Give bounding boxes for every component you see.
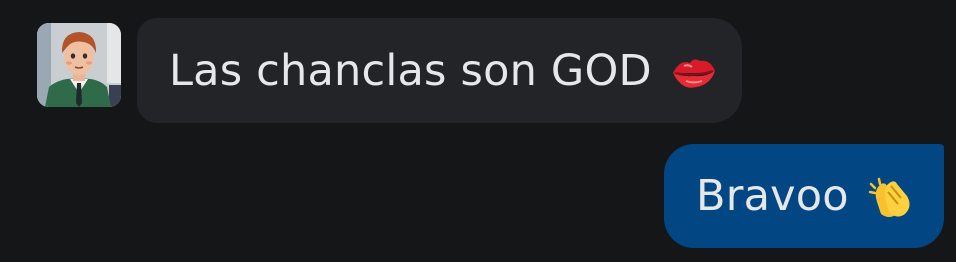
message-text: Las chanclas son GOD <box>169 45 652 96</box>
chat-thread: Las chanclas son GOD Bravoo <box>0 0 956 262</box>
avatar[interactable] <box>37 23 121 107</box>
outgoing-message[interactable]: Bravoo <box>664 144 944 248</box>
message-text: Bravoo <box>696 171 849 221</box>
incoming-message[interactable]: Las chanclas son GOD <box>137 18 742 123</box>
kiss-lips-icon <box>670 51 718 95</box>
avatar-image <box>37 23 121 107</box>
clapping-hands-icon <box>867 176 915 220</box>
